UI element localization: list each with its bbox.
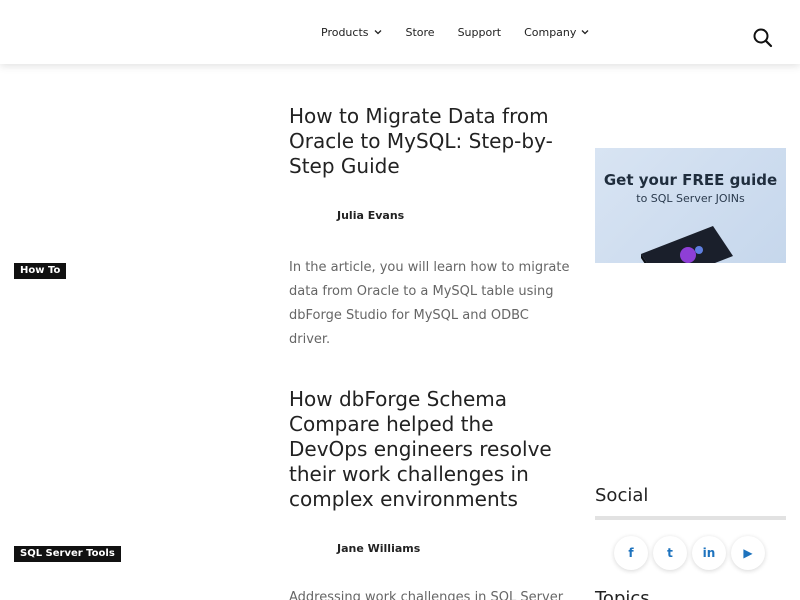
article-title[interactable]: How dbForge Schema Compare helped the De… xyxy=(289,387,569,512)
divider xyxy=(595,516,786,520)
promo-title: Get your FREE guide xyxy=(603,171,778,189)
nav-item-label: Products xyxy=(321,25,369,39)
twitter-icon[interactable]: t xyxy=(653,536,687,570)
article-excerpt: In the article, you will learn how to mi… xyxy=(289,260,570,347)
book-illustration xyxy=(641,226,733,263)
site-header: Products Store Support Company xyxy=(0,0,800,64)
youtube-icon[interactable]: ▶ xyxy=(731,536,765,570)
chevron-down-icon xyxy=(374,30,381,35)
social-heading: Social xyxy=(595,485,649,506)
main-nav: Products Store Support Company xyxy=(321,0,613,64)
nav-item-label: Support xyxy=(457,25,502,39)
search-icon[interactable] xyxy=(752,27,774,49)
nav-item-support[interactable]: Support xyxy=(458,26,501,39)
chevron-down-icon xyxy=(581,30,589,35)
promo-subtitle: to SQL Server JOINs xyxy=(636,192,745,205)
category-tag-sql-server-tools[interactable]: SQL Server Tools xyxy=(14,546,121,562)
nav-item-store[interactable]: Store xyxy=(406,26,435,39)
social-links: f t in ▶ xyxy=(614,536,770,570)
article-author[interactable]: Julia Evans xyxy=(337,209,404,222)
topics-heading: Topics xyxy=(595,588,650,600)
linkedin-icon[interactable]: in xyxy=(692,536,726,570)
facebook-icon[interactable]: f xyxy=(614,536,648,570)
article-title[interactable]: How to Migrate Data from Oracle to MySQL… xyxy=(289,104,569,179)
nav-item-label: Company xyxy=(524,25,577,39)
nav-item-products[interactable]: Products xyxy=(321,26,383,39)
category-tag-how-to[interactable]: How To xyxy=(14,263,67,279)
nav-item-company[interactable]: Company xyxy=(524,26,590,39)
nav-item-label: Store xyxy=(405,25,435,39)
article-author[interactable]: Jane Williams xyxy=(337,542,420,555)
promo-banner[interactable]: Get your FREE guide to SQL Server JOINs xyxy=(595,148,786,263)
article-excerpt: Addressing work challenges in SQL Server xyxy=(289,590,564,600)
